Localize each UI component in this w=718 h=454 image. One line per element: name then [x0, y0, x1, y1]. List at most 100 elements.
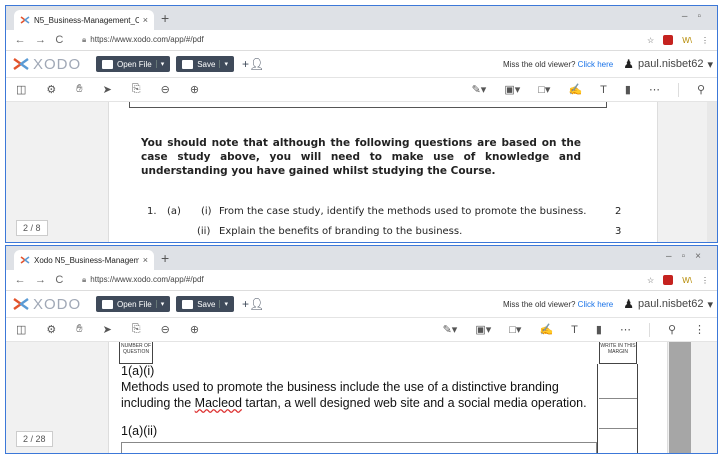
- xodo-logo: XODO: [6, 296, 96, 313]
- sidebar-toggle-icon[interactable]: ◫: [16, 323, 26, 336]
- tab-close-icon[interactable]: ×: [143, 255, 148, 265]
- user-menu[interactable]: ♟ paul.nisbet62 ▾: [613, 57, 717, 71]
- more-icon[interactable]: ⋯: [649, 83, 660, 96]
- answer-grid: NUMBER OF QUESTION WRITE IN THIS MARGIN …: [119, 342, 659, 453]
- kebab-menu-icon[interactable]: ⋮: [701, 36, 709, 45]
- click-here-link[interactable]: Click here: [578, 60, 614, 69]
- more-icon[interactable]: ⋯: [620, 323, 631, 336]
- kebab-menu-icon[interactable]: ⋮: [701, 276, 709, 285]
- chevron-down-icon: ▾: [155, 60, 164, 68]
- save-icon: [182, 299, 194, 309]
- question-subpart: (ii): [197, 226, 211, 237]
- open-file-button[interactable]: Open File ▾: [96, 296, 171, 312]
- browser-tab[interactable]: Xodo N5_Business-Management ×: [14, 250, 154, 270]
- back-icon[interactable]: ←: [15, 34, 26, 46]
- zoom-out-icon[interactable]: ⊖: [161, 83, 170, 96]
- pdf-page: NUMBER OF QUESTION WRITE IN THIS MARGIN …: [108, 342, 668, 453]
- forward-icon[interactable]: →: [35, 274, 46, 286]
- add-user-icon[interactable]: +👤︎: [242, 57, 264, 71]
- zoom-in-icon[interactable]: ⊕: [190, 323, 199, 336]
- back-icon[interactable]: ←: [15, 274, 26, 286]
- kebab-menu-icon[interactable]: ⋮: [694, 323, 705, 336]
- reload-icon[interactable]: C: [55, 34, 63, 46]
- pen-tool-icon[interactable]: ✎▾: [472, 83, 487, 96]
- search-icon[interactable]: ⚲: [697, 83, 705, 96]
- new-tab-button[interactable]: +: [161, 250, 169, 266]
- question-number-header: NUMBER OF QUESTION: [119, 342, 153, 364]
- answer-paragraph: Methods used to promote the business inc…: [121, 380, 587, 410]
- tab-close-icon[interactable]: ×: [143, 15, 148, 25]
- comment-icon[interactable]: ▮: [625, 83, 631, 96]
- gear-icon[interactable]: ⚙: [46, 83, 56, 96]
- xodo-favicon-icon: [20, 255, 30, 265]
- star-icon[interactable]: ☆: [647, 276, 654, 285]
- xodo-toolbar: XODO Open File ▾ Save ▾ +👤︎ Miss the old v…: [6, 51, 717, 78]
- pen-tool-icon[interactable]: ✎▾: [443, 323, 458, 336]
- lock-icon: 🔒︎: [82, 35, 87, 44]
- highlight-tool-icon[interactable]: ▣▾: [504, 83, 520, 96]
- page-indicator: 2 / 28: [16, 431, 53, 447]
- fit-page-icon[interactable]: ⎘: [132, 323, 141, 336]
- forward-icon[interactable]: →: [35, 34, 46, 46]
- document-viewport[interactable]: NUMBER OF QUESTION WRITE IN THIS MARGIN …: [6, 342, 717, 453]
- signature-icon[interactable]: ✍: [539, 323, 553, 336]
- question-subpart: (i): [201, 206, 212, 217]
- person-icon: ♟: [623, 57, 635, 71]
- person-icon: ♟: [623, 297, 635, 311]
- new-tab-button[interactable]: +: [161, 10, 169, 26]
- question-part: (a): [167, 206, 181, 217]
- chevron-down-icon: ▾: [707, 58, 713, 71]
- zoom-in-icon[interactable]: ⊕: [190, 83, 199, 96]
- scrollbar[interactable]: [707, 102, 717, 242]
- extension-icon-2[interactable]: W\: [682, 276, 692, 285]
- highlight-tool-icon[interactable]: ▣▾: [475, 323, 491, 336]
- reload-icon[interactable]: C: [55, 274, 63, 286]
- comment-icon[interactable]: ▮: [596, 323, 602, 336]
- url-field[interactable]: 🔒︎ https://www.xodo.com/app/#/pdf: [68, 35, 647, 45]
- old-viewer-text: Miss the old viewer? Click here: [502, 299, 614, 309]
- select-pointer-icon[interactable]: ➤: [103, 323, 112, 336]
- extension-icon[interactable]: [663, 275, 674, 285]
- annotation-toolbar: ◫ ⚙ ✋︎ ➤ ⎘ ⊖ ⊕ ✎▾ ▣▾ □▾ ✍ T ▮ ⋯ ⚲ ⋮: [6, 318, 717, 342]
- xodo-logo-icon: [13, 58, 29, 70]
- fit-page-icon[interactable]: ⎘: [132, 83, 141, 96]
- zoom-out-icon[interactable]: ⊖: [161, 323, 170, 336]
- shape-tool-icon[interactable]: □▾: [538, 83, 550, 96]
- click-here-link[interactable]: Click here: [578, 300, 614, 309]
- tab-bar: Xodo N5_Business-Management × + –▫×: [6, 246, 717, 270]
- select-pointer-icon[interactable]: ➤: [103, 83, 112, 96]
- top-browser-window: N5_Business-Management_CP... × + –▫ ← → …: [5, 5, 718, 243]
- window-controls[interactable]: –▫×: [666, 251, 711, 262]
- question-marks: 3: [615, 226, 622, 237]
- add-user-icon[interactable]: +👤︎: [242, 297, 264, 311]
- browser-tab[interactable]: N5_Business-Management_CP... ×: [14, 10, 154, 30]
- tab-bar: N5_Business-Management_CP... × + –▫: [6, 6, 717, 30]
- shape-tool-icon[interactable]: □▾: [509, 323, 521, 336]
- question-text: Explain the benefits of branding to the …: [219, 226, 463, 237]
- page-shadow: [669, 342, 691, 453]
- text-tool-icon[interactable]: T: [600, 84, 607, 96]
- gear-icon[interactable]: ⚙: [46, 323, 56, 336]
- window-controls[interactable]: –▫: [682, 11, 711, 22]
- instructions-paragraph: You should note that although the follow…: [141, 137, 581, 177]
- star-icon[interactable]: ☆: [647, 36, 654, 45]
- question-marks: 2: [615, 206, 622, 217]
- extension-icon-2[interactable]: W\: [682, 36, 692, 45]
- document-viewport[interactable]: You should note that although the follow…: [6, 102, 717, 242]
- user-menu[interactable]: ♟ paul.nisbet62 ▾: [613, 297, 717, 311]
- save-button[interactable]: Save ▾: [176, 296, 234, 312]
- answer-text[interactable]: 1(a)(i) Methods used to promote the busi…: [121, 363, 597, 439]
- text-tool-icon[interactable]: T: [571, 324, 578, 336]
- answer-box: [121, 442, 597, 453]
- signature-icon[interactable]: ✍: [568, 83, 582, 96]
- margin-header: WRITE IN THIS MARGIN: [599, 342, 637, 364]
- sidebar-toggle-icon[interactable]: ◫: [16, 83, 26, 96]
- pan-hand-icon[interactable]: ✋︎: [76, 83, 82, 96]
- url-field[interactable]: 🔒︎ https://www.xodo.com/app/#/pdf: [68, 275, 647, 285]
- save-button[interactable]: Save ▾: [176, 56, 234, 72]
- extension-icon[interactable]: [663, 35, 674, 45]
- answer-number: 1(a)(i): [121, 364, 155, 378]
- search-icon[interactable]: ⚲: [668, 323, 676, 336]
- open-file-button[interactable]: Open File ▾: [96, 56, 171, 72]
- pan-hand-icon[interactable]: ✋︎: [76, 323, 82, 336]
